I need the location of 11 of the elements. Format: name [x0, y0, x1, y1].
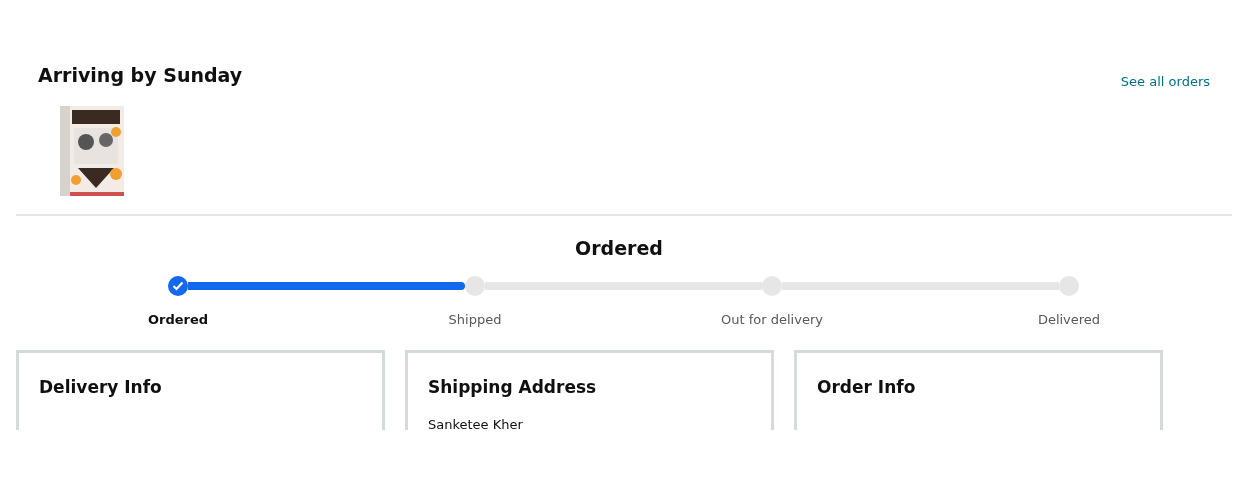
section-title: Arriving by Sunday	[38, 64, 243, 87]
step-label: Shipped	[448, 311, 502, 329]
card-text: Sanketee Kher	[428, 415, 524, 434]
card-title: Shipping Address	[428, 376, 598, 399]
step-label: Out for delivery	[721, 311, 823, 329]
step-label: Ordered	[147, 311, 209, 329]
see-all-orders-link[interactable]: See all orders	[1120, 72, 1210, 92]
status-title: Ordered	[574, 235, 664, 261]
step-label: Delivered	[1037, 311, 1101, 329]
card-title: Order Info	[817, 376, 917, 399]
card-title: Delivery Info	[39, 376, 163, 399]
